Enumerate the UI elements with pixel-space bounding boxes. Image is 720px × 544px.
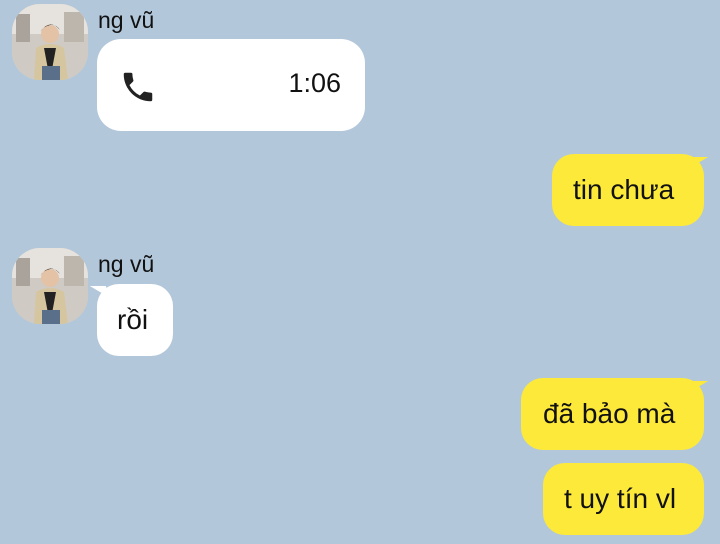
phone-icon	[123, 72, 153, 102]
voice-call-bubble[interactable]: 1:06	[97, 39, 365, 131]
call-duration: 1:06	[288, 68, 341, 98]
message-text: t uy tín vl	[564, 483, 677, 514]
message-text: đã bảo mà	[543, 398, 676, 429]
sender-avatar[interactable]	[12, 4, 88, 80]
outgoing-message-bubble[interactable]: đã bảo mà	[521, 378, 704, 450]
sender-avatar[interactable]	[12, 248, 88, 324]
message-text: rồi	[117, 304, 149, 335]
message-text: tin chưa	[573, 174, 675, 205]
incoming-message-bubble[interactable]: rồi	[97, 284, 173, 356]
sender-name: ng vũ	[98, 251, 155, 277]
outgoing-message-bubble[interactable]: t uy tín vl	[543, 463, 704, 535]
outgoing-message-bubble[interactable]: tin chưa	[552, 154, 704, 226]
sender-name: ng vũ	[98, 7, 155, 33]
